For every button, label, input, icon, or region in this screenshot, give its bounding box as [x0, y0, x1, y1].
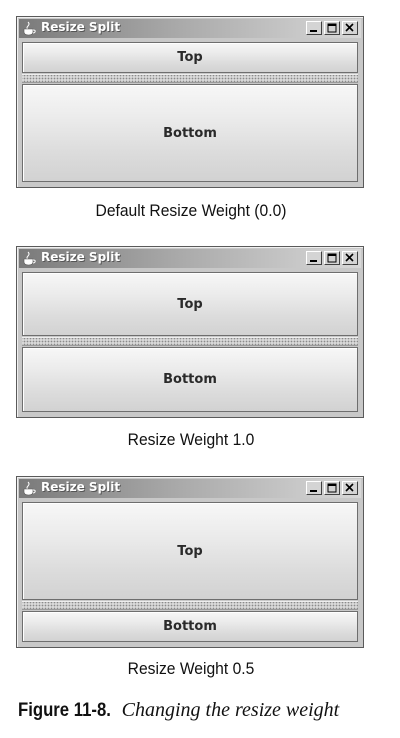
top-button[interactable]: Top [22, 272, 358, 336]
bottom-button[interactable]: Bottom [22, 84, 358, 182]
bottom-label: Bottom [163, 372, 217, 387]
bottom-button[interactable]: Bottom [22, 611, 358, 642]
title-bar[interactable]: Resize Split [19, 249, 361, 268]
java-cup-icon [23, 481, 36, 496]
java-cup-icon [23, 21, 36, 36]
maximize-icon [327, 483, 337, 493]
bottom-button[interactable]: Bottom [22, 347, 358, 412]
close-icon [345, 483, 354, 492]
window-default-weight: Resize Split Top Bottom [16, 16, 364, 188]
top-label: Top [177, 543, 203, 559]
top-button[interactable]: Top [22, 502, 358, 600]
maximize-button[interactable] [324, 251, 340, 265]
close-icon [345, 23, 354, 32]
top-label: Top [177, 296, 203, 312]
top-label: Top [177, 50, 203, 65]
window-weight-1: Resize Split Top Bottom [16, 246, 364, 418]
maximize-icon [327, 23, 337, 33]
caption-weight-1: Resize Weight 1.0 [127, 430, 255, 449]
close-button[interactable] [342, 481, 358, 495]
close-button[interactable] [342, 21, 358, 35]
minimize-button[interactable] [306, 251, 322, 265]
minimize-button[interactable] [306, 481, 322, 495]
minimize-icon [310, 490, 317, 492]
window-title: Resize Split [41, 250, 121, 264]
maximize-button[interactable] [324, 481, 340, 495]
bottom-label: Bottom [163, 619, 217, 634]
minimize-icon [310, 30, 317, 32]
close-icon [345, 253, 354, 262]
window-title: Resize Split [41, 480, 121, 494]
minimize-icon [310, 260, 317, 262]
figure-caption: Figure 11-8. Changing the resize weight [18, 699, 339, 722]
window-weight-0-5: Resize Split Top Bottom [16, 476, 364, 648]
minimize-button[interactable] [306, 21, 322, 35]
caption-default-weight: Default Resize Weight (0.0) [95, 201, 287, 220]
maximize-icon [327, 253, 337, 263]
split-divider[interactable] [22, 74, 358, 83]
title-bar[interactable]: Resize Split [19, 479, 361, 498]
bottom-label: Bottom [163, 125, 217, 141]
maximize-button[interactable] [324, 21, 340, 35]
top-button[interactable]: Top [22, 42, 358, 73]
caption-weight-0-5: Resize Weight 0.5 [127, 659, 255, 678]
window-title: Resize Split [41, 20, 121, 34]
java-cup-icon [23, 251, 36, 266]
split-divider[interactable] [22, 601, 358, 610]
close-button[interactable] [342, 251, 358, 265]
figure-title: Changing the resize weight [121, 699, 340, 721]
figure-label: Figure 11-8. [18, 700, 111, 721]
title-bar[interactable]: Resize Split [19, 19, 361, 38]
split-divider[interactable] [22, 337, 358, 346]
